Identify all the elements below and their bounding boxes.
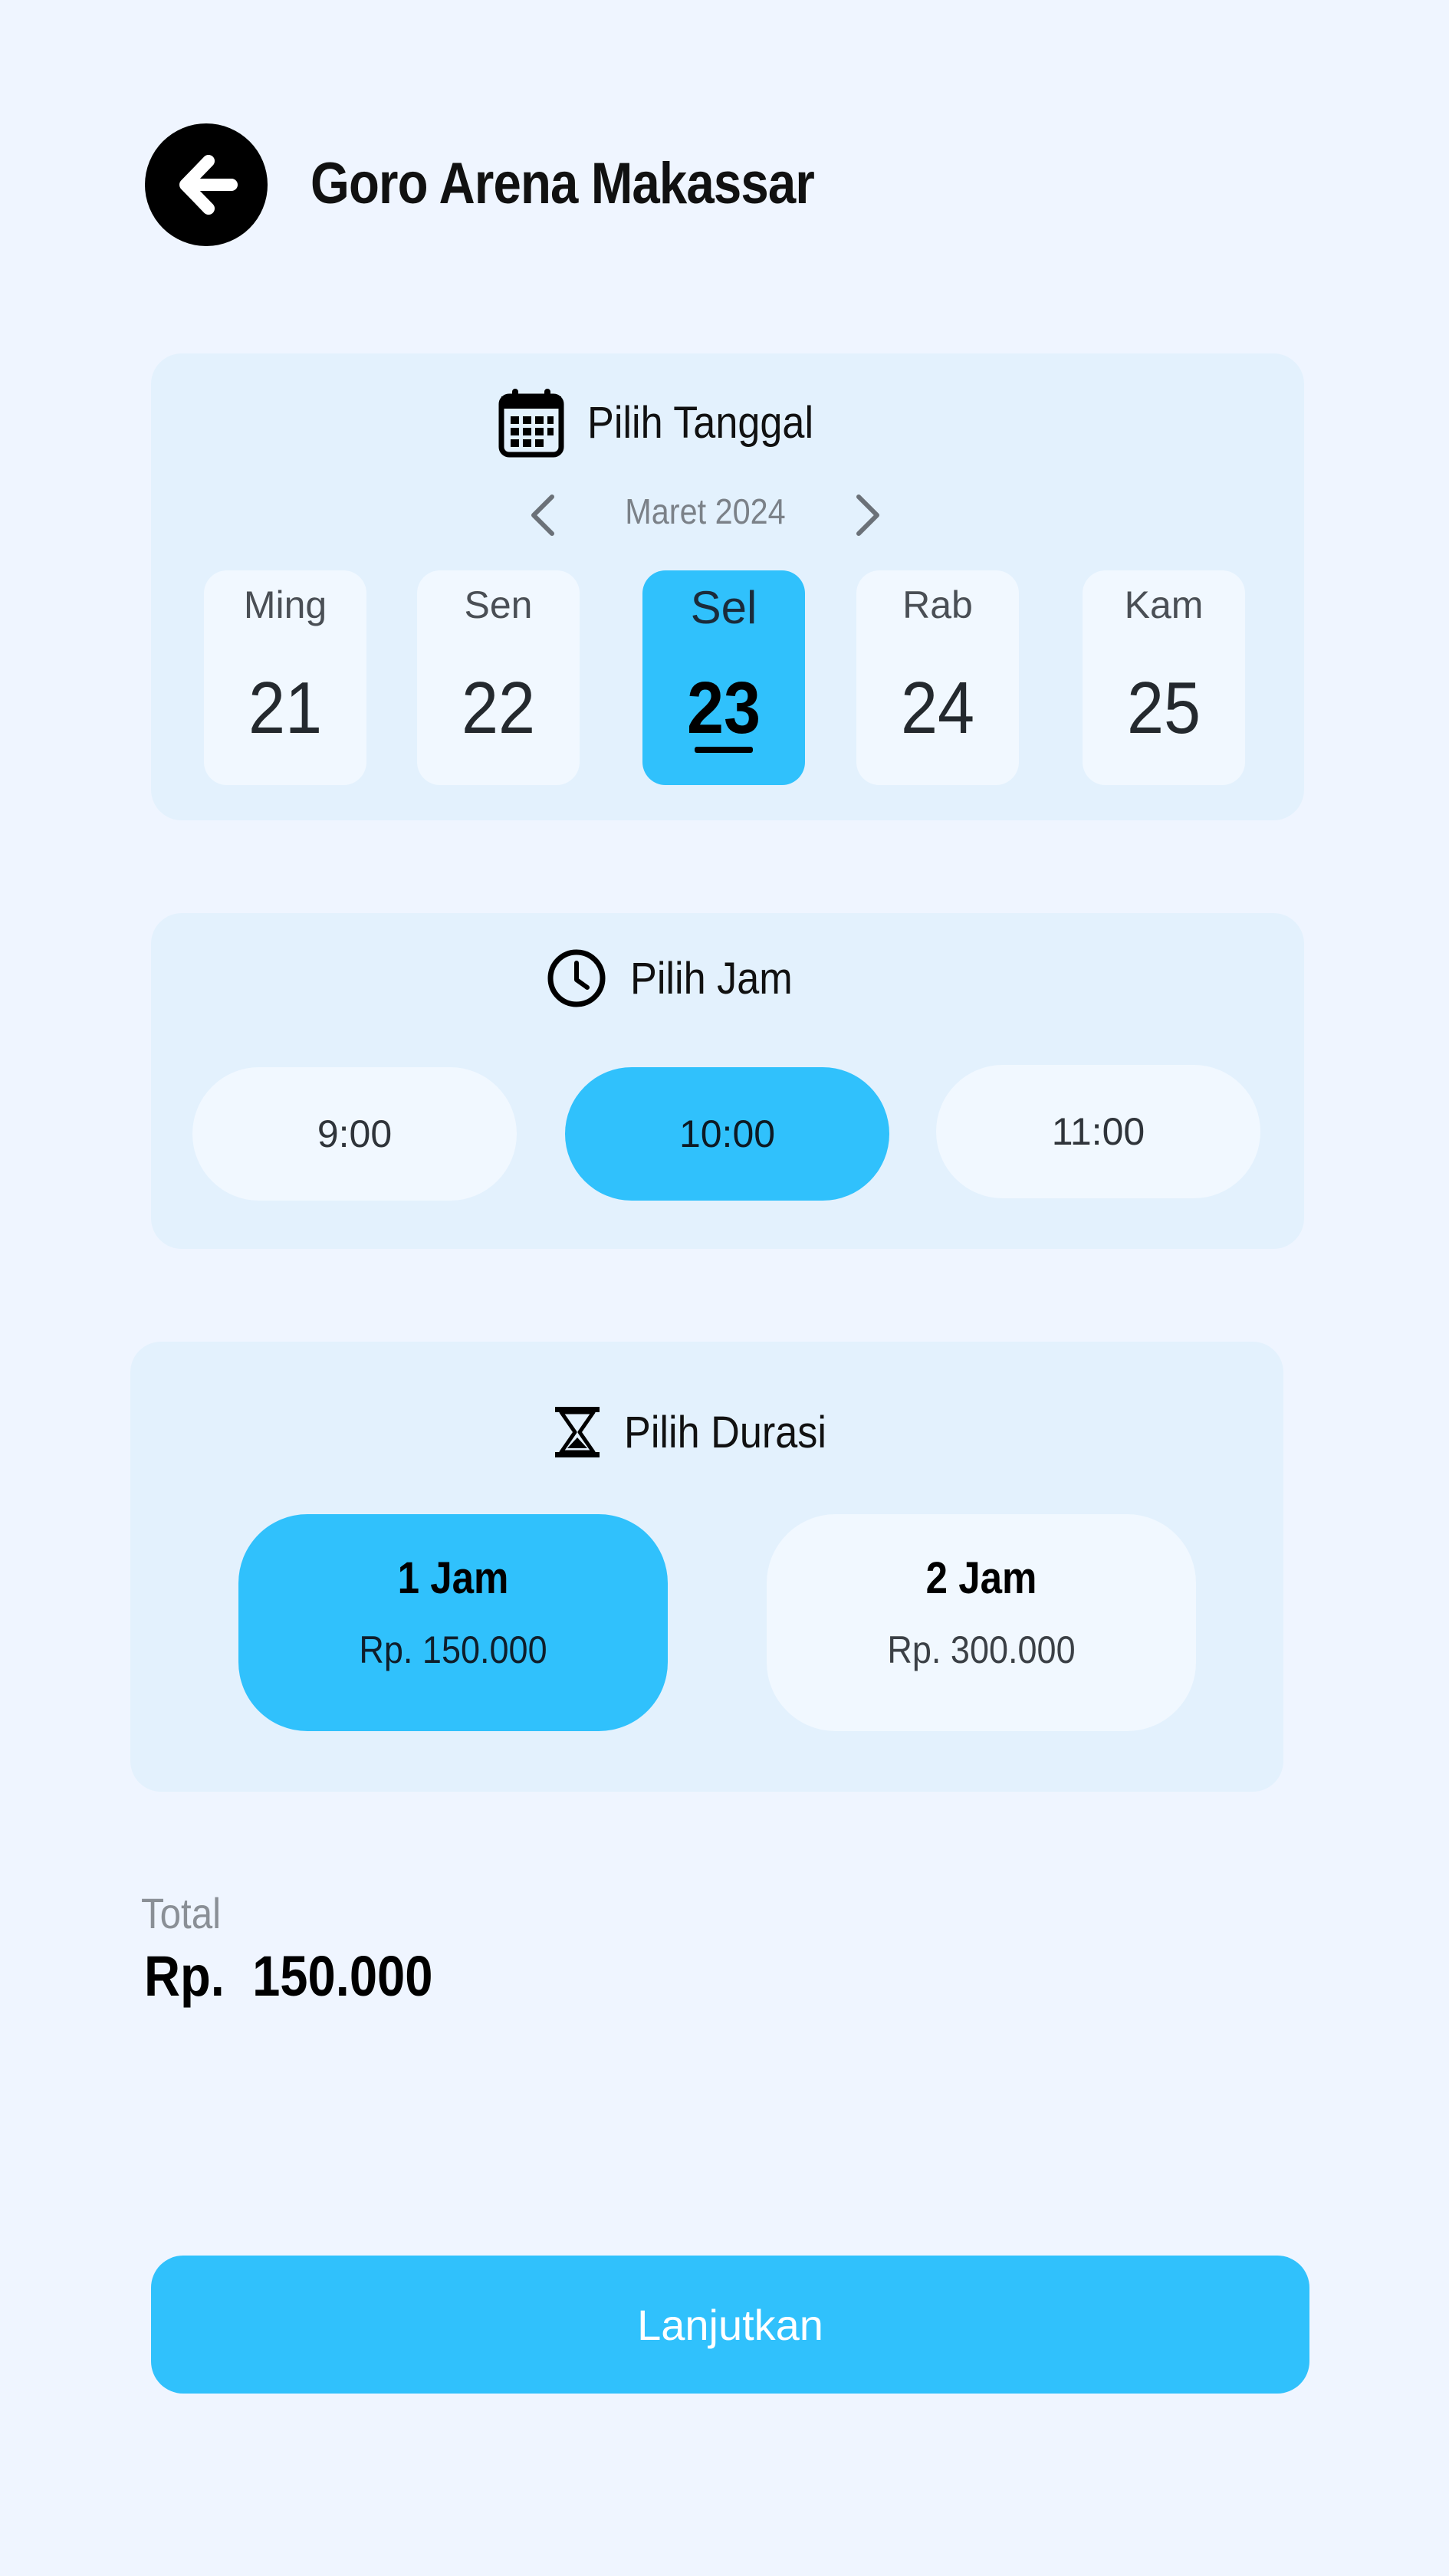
clock-icon [547,949,606,1007]
back-button[interactable] [145,123,268,246]
day-name: Ming [243,583,327,626]
calendar-icon [498,389,564,458]
day-number: 25 [1126,667,1201,749]
date-section-header: Pilih Tanggal [498,387,839,458]
continue-button[interactable]: Lanjutkan [151,2256,1309,2394]
day-item-sel-selected[interactable]: Sel 23 [642,570,805,785]
day-item-rab[interactable]: Rab 24 [856,570,1019,785]
total-value: Rp. 150.000 [144,1944,433,2008]
day-number: 23 [686,667,761,749]
duration-price: Rp. 300.000 [887,1628,1076,1671]
date-section-title: Pilih Tanggal [587,397,814,448]
day-name: Rab [902,583,973,626]
time-slot-11[interactable]: 11:00 [936,1065,1260,1198]
duration-label: 1 Jam [397,1553,509,1603]
duration-price: Rp. 150.000 [359,1628,547,1671]
day-name: Sen [464,583,533,626]
duration-option-2-jam[interactable]: 2 Jam Rp. 300.000 [767,1514,1196,1731]
day-name: Sel [690,582,757,633]
duration-section-header: Pilih Durasi [554,1405,849,1459]
time-slot-10-selected[interactable]: 10:00 [565,1067,889,1201]
chevron-left-icon[interactable] [521,491,567,540]
day-item-kam[interactable]: Kam 25 [1083,570,1245,785]
arrow-left-icon [179,155,238,215]
day-number: 21 [248,667,323,749]
day-item-ming[interactable]: Ming 21 [204,570,366,785]
page-title: Goro Arena Makassar [310,151,815,216]
time-section-header: Pilih Jam [546,948,810,1009]
day-number: 22 [461,667,536,749]
hourglass-icon [555,1407,600,1457]
duration-section-title: Pilih Durasi [624,1407,826,1457]
chevron-right-icon[interactable] [843,491,889,540]
day-item-sen[interactable]: Sen 22 [417,570,580,785]
duration-option-1-jam[interactable]: 1 Jam Rp. 150.000 [238,1514,668,1731]
time-section-title: Pilih Jam [630,953,793,1004]
day-number: 24 [900,667,975,749]
total-label: Total [141,1889,222,1937]
day-name: Kam [1124,583,1204,626]
duration-label: 2 Jam [925,1553,1037,1603]
time-slot-9[interactable]: 9:00 [192,1067,517,1201]
month-label: Maret 2024 [625,491,786,531]
selected-underline [695,747,753,753]
